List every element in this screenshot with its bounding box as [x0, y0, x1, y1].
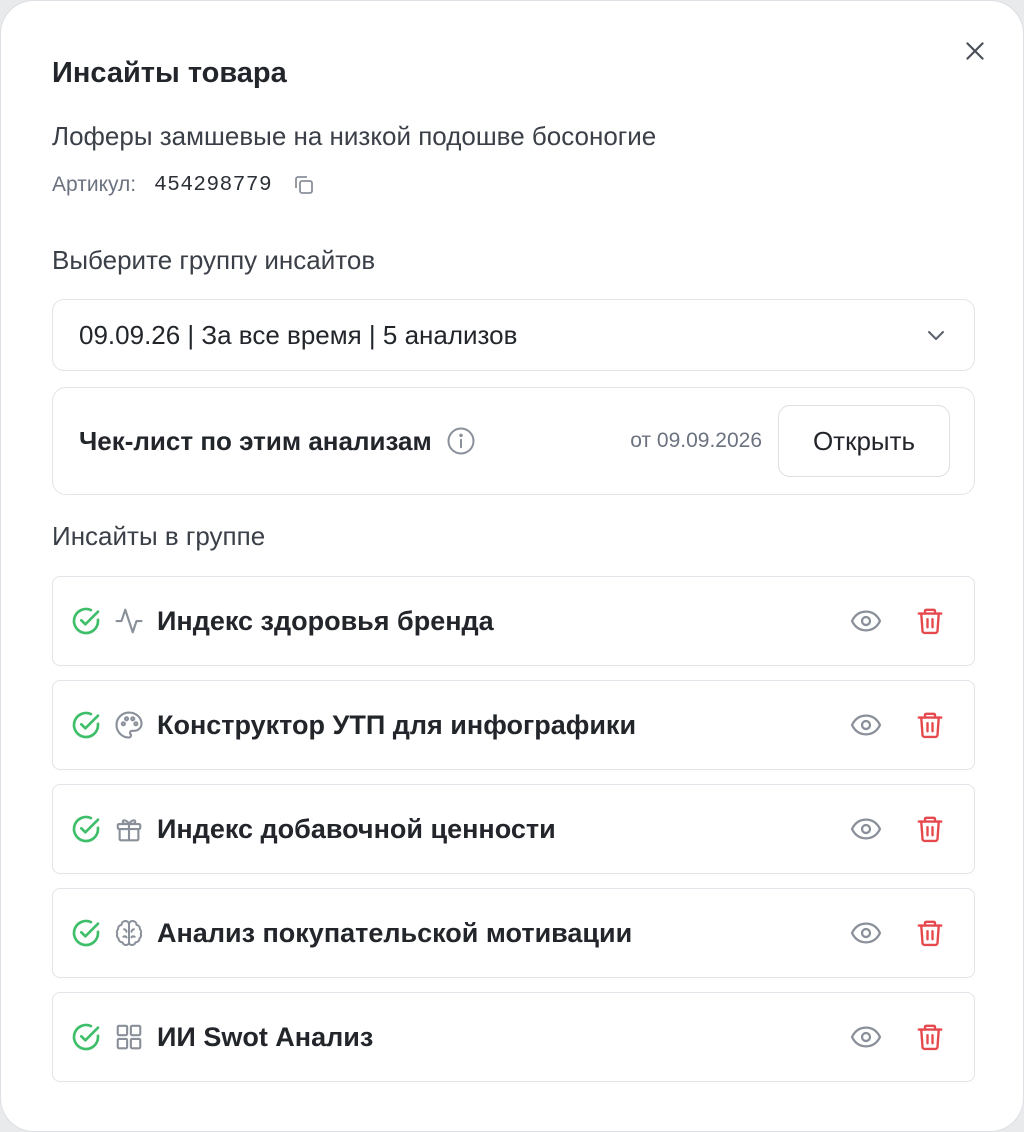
- grid-icon: [113, 1021, 145, 1053]
- check-circle-icon: [70, 1021, 102, 1053]
- activity-icon: [113, 605, 145, 637]
- modal-title: Инсайты товара: [52, 57, 287, 89]
- eye-icon: [850, 922, 882, 944]
- trash-icon: [917, 920, 943, 947]
- check-circle-icon: [70, 709, 102, 741]
- eye-icon: [850, 818, 882, 840]
- insight-group-select[interactable]: 09.09.26 | За все время | 5 анализов: [52, 299, 975, 371]
- view-insight-button[interactable]: [848, 707, 884, 743]
- insights-section-label: Инсайты в группе: [52, 521, 266, 551]
- view-insight-button[interactable]: [848, 1019, 884, 1055]
- eye-icon: [850, 610, 882, 632]
- view-insight-button[interactable]: [848, 603, 884, 639]
- chevron-down-icon: [928, 331, 944, 340]
- copy-article-button[interactable]: [290, 171, 318, 199]
- brain-icon: [113, 917, 145, 949]
- copy-icon: [295, 176, 313, 194]
- checklist-date: от 09.09.2026: [630, 429, 762, 452]
- palette-icon: [113, 709, 145, 741]
- trash-icon: [917, 712, 943, 739]
- checklist-label: Чек-лист по этим анализам: [79, 425, 432, 456]
- check-circle-icon: [70, 605, 102, 637]
- open-checklist-button[interactable]: Открыть: [778, 405, 950, 477]
- view-insight-button[interactable]: [848, 811, 884, 847]
- insight-name: Анализ покупательской мотивации: [157, 917, 633, 948]
- insight-group-selected-value: 09.09.26 | За все время | 5 анализов: [79, 319, 518, 350]
- article-label: Артикул:: [52, 173, 137, 196]
- delete-insight-button[interactable]: [912, 707, 948, 743]
- insight-name: Конструктор УТП для инфографики: [157, 709, 637, 740]
- insight-name: Индекс добавочной ценности: [157, 813, 556, 844]
- insight-name: ИИ Swot Анализ: [157, 1021, 374, 1052]
- checklist-info-button[interactable]: [446, 426, 476, 456]
- trash-icon: [917, 816, 943, 843]
- product-name: Лоферы замшевые на низкой подошве босоно…: [52, 121, 657, 151]
- check-circle-icon: [70, 917, 102, 949]
- insight-item[interactable]: Индекс добавочной ценности: [52, 784, 975, 874]
- insight-item[interactable]: ИИ Swot Анализ: [52, 992, 975, 1082]
- close-button[interactable]: [955, 31, 995, 71]
- trash-icon: [917, 608, 943, 635]
- eye-icon: [850, 1026, 882, 1048]
- delete-insight-button[interactable]: [912, 915, 948, 951]
- delete-insight-button[interactable]: [912, 811, 948, 847]
- group-section-label: Выберите группу инсайтов: [52, 245, 376, 275]
- eye-icon: [850, 714, 882, 736]
- insight-name: Индекс здоровья бренда: [157, 605, 494, 636]
- close-icon: [966, 42, 984, 60]
- insight-item[interactable]: Конструктор УТП для инфографики: [52, 680, 975, 770]
- article-value: 454298779: [154, 173, 273, 197]
- info-icon: [447, 427, 475, 455]
- checklist-card: Чек-лист по этим анализам от 09.09.2026 …: [52, 387, 975, 495]
- gift-icon: [113, 813, 145, 845]
- view-insight-button[interactable]: [848, 915, 884, 951]
- delete-insight-button[interactable]: [912, 603, 948, 639]
- article-row: Артикул: 454298779: [52, 171, 318, 199]
- insight-item[interactable]: Анализ покупательской мотивации: [52, 888, 975, 978]
- delete-insight-button[interactable]: [912, 1019, 948, 1055]
- insight-item[interactable]: Индекс здоровья бренда: [52, 576, 975, 666]
- trash-icon: [917, 1024, 943, 1051]
- insights-modal: Инсайты товара Лоферы замшевые на низкой…: [0, 0, 1024, 1132]
- check-circle-icon: [70, 813, 102, 845]
